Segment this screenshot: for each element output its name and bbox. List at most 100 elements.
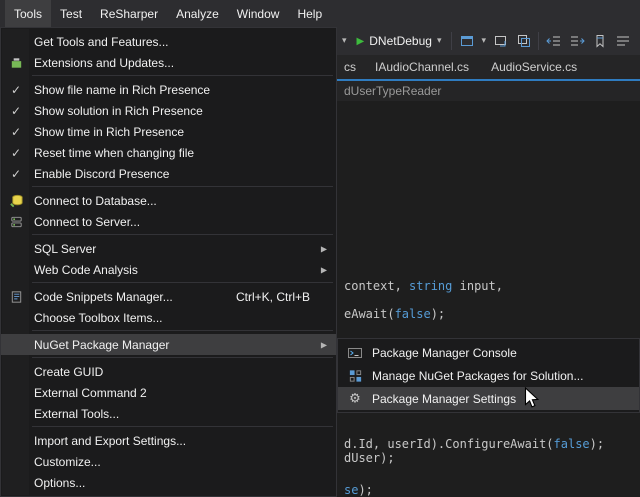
code-snippets-icon <box>6 289 26 304</box>
menu-item-extensions-and-updates[interactable]: Extensions and Updates... <box>1 52 336 73</box>
code-text: input, <box>452 279 503 293</box>
code-keyword: string <box>409 279 452 293</box>
menu-item-connect-to-server[interactable]: Connect to Server... <box>1 211 336 232</box>
menu-item-label: Options... <box>34 476 85 490</box>
menu-item-show-solution-rich-presence[interactable]: ✓ Show solution in Rich Presence <box>1 100 336 121</box>
attach-icon[interactable] <box>458 33 475 50</box>
server-icon <box>6 214 26 229</box>
code-text: dUser); <box>344 451 395 465</box>
code-line: eAwait(false); <box>344 307 445 321</box>
submenu-arrow-icon: ▶ <box>321 244 327 253</box>
submenu-arrow-icon: ▶ <box>321 340 327 349</box>
menu-item-get-tools-and-features[interactable]: Get Tools and Features... <box>1 31 336 52</box>
vs-window: context, string input, eAwait(false); d.… <box>0 0 640 497</box>
menu-separator <box>32 282 333 283</box>
menu-item-label: Customize... <box>34 455 101 469</box>
menu-item-choose-toolbox-items[interactable]: Choose Toolbox Items... <box>1 307 336 328</box>
submenu-item-manage-nuget-packages[interactable]: Manage NuGet Packages for Solution... <box>338 364 639 387</box>
nuget-submenu: Package Manager Console Manage NuGet Pac… <box>337 338 640 413</box>
bookmark-icon[interactable] <box>591 33 608 50</box>
menu-item-enable-discord-presence[interactable]: ✓ Enable Discord Presence <box>1 163 336 184</box>
attach-dropdown-icon[interactable]: ▾ <box>481 36 486 46</box>
code-line: d.Id, userId).ConfigureAwait(false); <box>344 437 604 451</box>
manage-packages-icon <box>345 368 365 383</box>
menu-item-label: Import and Export Settings... <box>34 434 186 448</box>
menu-item-nuget-package-manager[interactable]: NuGet Package Manager ▶ <box>1 334 336 355</box>
menu-item-label: NuGet Package Manager <box>34 338 169 352</box>
code-line: dUser); <box>344 451 395 465</box>
menu-item-import-and-export-settings[interactable]: Import and Export Settings... <box>1 430 336 451</box>
menu-item-external-command-2[interactable]: External Command 2 <box>1 382 336 403</box>
code-keyword: false <box>395 307 431 321</box>
menu-item-label: Connect to Database... <box>34 194 157 208</box>
menu-item-label: Create GUID <box>34 365 103 379</box>
menubar-item-test[interactable]: Test <box>51 0 91 27</box>
code-keyword: false <box>554 437 590 451</box>
menu-item-label: Get Tools and Features... <box>34 35 169 49</box>
menubar-item-tools[interactable]: Tools <box>5 0 51 27</box>
menu-separator <box>32 330 333 331</box>
tools-menu: Get Tools and Features... Extensions and… <box>0 27 337 497</box>
check-icon: ✓ <box>6 83 26 97</box>
toolbar-separator <box>538 32 539 50</box>
menubar-item-help[interactable]: Help <box>288 0 331 27</box>
submenu-item-package-manager-console[interactable]: Package Manager Console <box>338 341 639 364</box>
menu-item-create-guid[interactable]: Create GUID <box>1 361 336 382</box>
run-button[interactable]: ▶ DNetDebug ▾ <box>353 32 446 50</box>
code-line: context, string input, <box>344 279 503 293</box>
run-config-label: DNetDebug <box>369 34 432 48</box>
code-text: eAwait( <box>344 307 395 321</box>
submenu-item-package-manager-settings[interactable]: ⚙ Package Manager Settings <box>338 387 639 410</box>
code-text: d.Id, userId).ConfigureAwait( <box>344 437 554 451</box>
menu-separator <box>32 234 333 235</box>
tab-iaudiochannel[interactable]: IAudioChannel.cs <box>364 55 480 79</box>
menu-item-sql-server[interactable]: SQL Server ▶ <box>1 238 336 259</box>
tab-audioservice[interactable]: AudioService.cs <box>480 55 588 79</box>
menu-item-label: Extensions and Updates... <box>34 56 174 70</box>
menu-item-label: Web Code Analysis <box>34 263 138 277</box>
run-dropdown-icon[interactable]: ▾ <box>437 36 442 46</box>
menu-item-label: Choose Toolbox Items... <box>34 311 163 325</box>
menu-item-options[interactable]: Options... <box>1 472 336 493</box>
menu-separator <box>32 186 333 187</box>
console-icon <box>345 345 365 361</box>
run-icon: ▶ <box>357 36 365 47</box>
menu-item-label: Code Snippets Manager... <box>34 290 173 304</box>
unindent-icon[interactable] <box>545 33 562 50</box>
toolbar-overflow-icon[interactable]: ▾ <box>342 36 347 46</box>
code-keyword: se <box>344 483 358 497</box>
menu-item-show-file-name-rich-presence[interactable]: ✓ Show file name in Rich Presence <box>1 79 336 100</box>
menubar-item-window[interactable]: Window <box>228 0 289 27</box>
copy-window-icon[interactable] <box>515 33 532 50</box>
menu-item-label: Enable Discord Presence <box>34 167 169 181</box>
menu-item-label: Show time in Rich Presence <box>34 125 184 139</box>
menu-item-code-snippets-manager[interactable]: Code Snippets Manager... Ctrl+K, Ctrl+B <box>1 286 336 307</box>
tab-clipped[interactable]: cs <box>340 55 364 79</box>
menu-separator <box>32 426 333 427</box>
menu-item-connect-to-database[interactable]: Connect to Database... <box>1 190 336 211</box>
check-icon: ✓ <box>6 146 26 160</box>
code-text: ); <box>590 437 604 451</box>
menu-item-label: Show file name in Rich Presence <box>34 83 210 97</box>
menu-item-label: External Command 2 <box>34 386 147 400</box>
menu-separator <box>32 75 333 76</box>
bookmark-list-icon[interactable] <box>614 33 631 50</box>
check-icon: ✓ <box>6 167 26 181</box>
preview-window-icon[interactable] <box>492 33 509 50</box>
breadcrumb[interactable]: dUserTypeReader <box>344 84 441 98</box>
code-line: se); <box>344 483 373 497</box>
menu-separator <box>32 357 333 358</box>
check-icon: ✓ <box>6 104 26 118</box>
menu-item-reset-time-when-changing-file[interactable]: ✓ Reset time when changing file <box>1 142 336 163</box>
code-text: context, <box>344 279 409 293</box>
menubar-item-analyze[interactable]: Analyze <box>167 0 228 27</box>
check-icon: ✓ <box>6 125 26 139</box>
menu-item-label: Reset time when changing file <box>34 146 194 160</box>
menubar-item-resharper[interactable]: ReSharper <box>91 0 167 27</box>
menu-item-external-tools[interactable]: External Tools... <box>1 403 336 424</box>
menu-item-web-code-analysis[interactable]: Web Code Analysis ▶ <box>1 259 336 280</box>
menu-item-customize[interactable]: Customize... <box>1 451 336 472</box>
code-text: ); <box>431 307 445 321</box>
indent-icon[interactable] <box>568 33 585 50</box>
menu-item-show-time-rich-presence[interactable]: ✓ Show time in Rich Presence <box>1 121 336 142</box>
